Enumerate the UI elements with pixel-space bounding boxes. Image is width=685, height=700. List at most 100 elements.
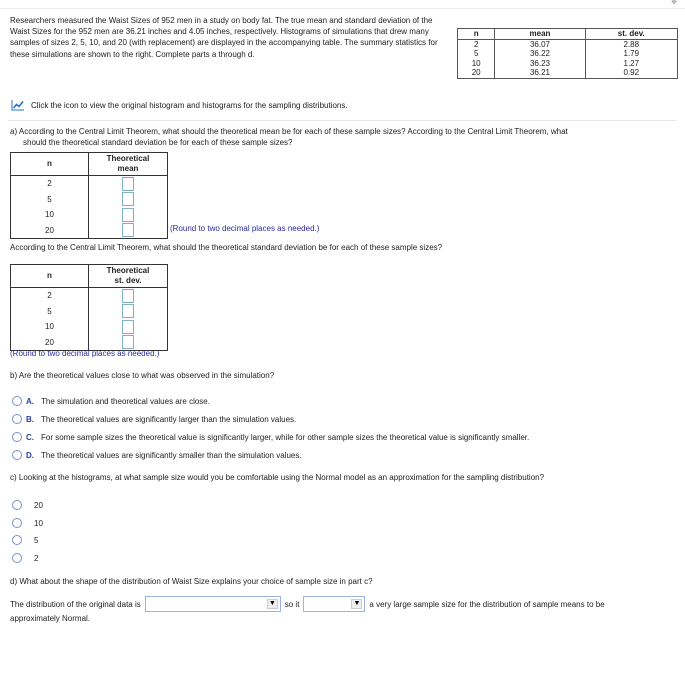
- cell-n: 10: [10, 207, 89, 223]
- header-line1: Theoretical: [106, 154, 150, 163]
- table-row: 2 36.07 2.88: [456, 39, 679, 49]
- header-line2: st. dev.: [114, 276, 142, 285]
- answer-text-after: a very large sample size for the distrib…: [369, 599, 605, 609]
- column-header-n: n: [10, 264, 89, 288]
- header-line1: Theoretical: [106, 266, 150, 275]
- option-letter: B.: [26, 414, 34, 424]
- table-row: 5: [10, 191, 168, 207]
- answer-text-before: The distribution of the original data is: [10, 599, 141, 609]
- option-text: 2: [34, 553, 39, 563]
- option-2[interactable]: 2: [12, 553, 38, 563]
- mean-input-n5[interactable]: [122, 192, 134, 207]
- sd-input-n5[interactable]: [122, 304, 134, 319]
- radio-button[interactable]: [12, 518, 22, 528]
- requirement-select[interactable]: ▼: [303, 596, 366, 612]
- cell-n: 2: [10, 175, 89, 192]
- cell-n: 5: [456, 49, 496, 59]
- cell-n: 10: [456, 58, 496, 68]
- cell-n: 20: [456, 68, 496, 79]
- column-header-stdev: st. dev.: [584, 28, 679, 40]
- chart-icon[interactable]: [11, 99, 25, 111]
- radio-button[interactable]: [12, 432, 22, 442]
- header-line2: mean: [117, 164, 139, 173]
- cell-n: 10: [10, 319, 89, 335]
- radio-button[interactable]: [12, 500, 22, 510]
- expand-icon[interactable]: ✥: [671, 0, 677, 6]
- mean-input-n20[interactable]: [122, 223, 134, 238]
- part-c-question: c) Looking at the histograms, at what sa…: [10, 473, 545, 482]
- top-bar: ✥: [0, 0, 685, 9]
- cell-n: 2: [456, 39, 496, 49]
- distribution-shape-select[interactable]: ▼: [144, 596, 281, 612]
- option-c[interactable]: C. For some sample sizes the theoretical…: [12, 432, 529, 442]
- table-row: 10: [10, 319, 168, 335]
- radio-button[interactable]: [12, 450, 22, 460]
- option-text: For some sample sizes the theoretical va…: [41, 432, 530, 442]
- option-10[interactable]: 10: [12, 518, 43, 528]
- table-row: 10: [10, 207, 168, 223]
- option-b[interactable]: B. The theoretical values are significan…: [12, 414, 296, 424]
- option-text: 20: [34, 500, 43, 510]
- cell-stdev: 1.79: [584, 49, 679, 59]
- round-note: (Round to two decimal places as needed.): [170, 224, 320, 233]
- radio-button[interactable]: [12, 396, 22, 406]
- sd-question: According to the Central Limit Theorem, …: [10, 243, 443, 252]
- table-row: 5 36.22 1.79: [456, 49, 679, 59]
- option-text: 5: [34, 535, 39, 545]
- table-row: 20 36.21 0.92: [456, 68, 679, 79]
- option-letter: A.: [26, 396, 34, 406]
- part-b-question: b) Are the theoretical values close to w…: [10, 371, 275, 380]
- part-a-question-line2: should the theoretical standard deviatio…: [23, 138, 293, 147]
- cell-n: 2: [10, 287, 89, 304]
- option-text: The theoretical values are significantly…: [41, 450, 302, 460]
- dropdown-arrow-icon[interactable]: ▼: [266, 599, 278, 609]
- cell-stdev: 1.27: [584, 58, 679, 68]
- summary-statistics-table: n mean st. dev. 2 36.07 2.88 5 36.22 1.7…: [456, 28, 679, 79]
- column-header-n: n: [10, 152, 89, 176]
- part-d-question: d) What about the shape of the distribut…: [10, 577, 373, 586]
- option-letter: D.: [26, 450, 34, 460]
- round-note: (Round to two decimal places as needed.): [10, 349, 160, 358]
- cell-mean: 36.21: [494, 68, 586, 79]
- answer-text-line2: approximately Normal.: [10, 614, 91, 623]
- option-20[interactable]: 20: [12, 500, 43, 510]
- problem-statement: Researchers measured the Waist Sizes of …: [10, 16, 438, 59]
- cell-mean: 36.23: [494, 58, 586, 68]
- option-a[interactable]: A. The simulation and theoretical values…: [12, 396, 210, 406]
- cell-n: 5: [10, 303, 89, 319]
- table-row: 20: [10, 222, 168, 239]
- sd-input-n2[interactable]: [122, 288, 134, 303]
- option-text: The theoretical values are significantly…: [41, 414, 297, 424]
- column-header-mean: mean: [494, 28, 586, 40]
- table-row: 10 36.23 1.27: [456, 58, 679, 68]
- theoretical-sd-table: n Theoretical st. dev. 2 5 10 20: [10, 264, 168, 351]
- cell-stdev: 0.92: [584, 68, 679, 79]
- table-row: 2: [10, 175, 168, 192]
- option-letter: C.: [26, 432, 34, 442]
- answer-text-middle: so it: [284, 599, 300, 609]
- histogram-link[interactable]: Click the icon to view the original hist…: [11, 99, 348, 111]
- table-row: 5: [10, 303, 168, 319]
- column-header-n: n: [456, 28, 496, 40]
- mean-input-n2[interactable]: [122, 176, 134, 191]
- radio-button[interactable]: [12, 553, 22, 563]
- part-a-question: a) According to the Central Limit Theore…: [10, 126, 670, 148]
- sd-input-n10[interactable]: [122, 319, 134, 334]
- cell-n: 20: [10, 222, 89, 239]
- cell-n: 5: [10, 191, 89, 207]
- dropdown-arrow-icon[interactable]: ▼: [351, 599, 363, 609]
- sd-input-n20[interactable]: [122, 335, 134, 350]
- column-header-theoretical-sd: Theoretical st. dev.: [88, 264, 168, 288]
- option-d[interactable]: D. The theoretical values are significan…: [12, 450, 302, 460]
- option-text: The simulation and theoretical values ar…: [41, 396, 210, 406]
- part-d-answer-line: The distribution of the original data is…: [10, 596, 605, 612]
- option-5[interactable]: 5: [12, 535, 38, 545]
- mean-input-n10[interactable]: [122, 207, 134, 222]
- table-row: 2: [10, 287, 168, 304]
- radio-button[interactable]: [12, 535, 22, 545]
- radio-button[interactable]: [12, 414, 22, 424]
- divider: [8, 120, 677, 121]
- cell-mean: 36.07: [494, 39, 586, 49]
- cell-mean: 36.22: [494, 49, 586, 59]
- cell-stdev: 2.88: [584, 39, 679, 49]
